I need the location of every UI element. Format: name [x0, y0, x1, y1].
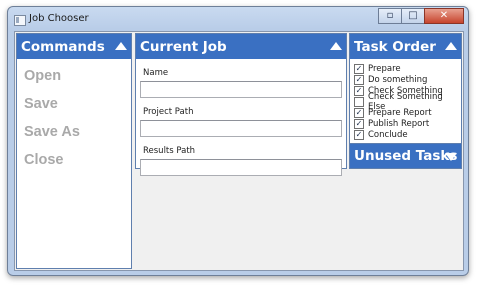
collapse-up-icon[interactable]	[330, 42, 342, 50]
save-as-command[interactable]: Save As	[17, 118, 131, 146]
task-order-panel: Task Order ✓ Prepare ✓ Do something ✓ Check…	[349, 33, 462, 144]
unused-tasks-header-label: Unused Tasks	[354, 148, 458, 164]
current-job-panel: Current Job Name Project Path Results Pa…	[135, 33, 347, 176]
close-command[interactable]: Close	[17, 146, 131, 174]
project-path-field[interactable]	[140, 120, 342, 137]
close-button[interactable]: ✕	[424, 8, 464, 24]
checkbox-prepare-report[interactable]: ✓	[354, 107, 364, 118]
name-field[interactable]	[140, 81, 342, 98]
window-title: Job Chooser	[29, 13, 89, 24]
name-label: Name	[143, 68, 169, 78]
checkbox-do-something[interactable]: ✓	[354, 74, 364, 85]
results-path-field[interactable]	[140, 159, 342, 176]
window-client-area: Commands Open Save Save As Close Current…	[14, 31, 464, 271]
minimize-icon: ▫	[386, 10, 394, 21]
task-item[interactable]: ✓ Prepare	[354, 63, 461, 74]
commands-header-label: Commands	[21, 38, 105, 55]
maximize-button[interactable]: □	[401, 8, 425, 24]
task-label: Conclude	[368, 129, 408, 140]
close-icon: ✕	[439, 10, 449, 21]
current-job-header[interactable]: Current Job	[136, 34, 346, 59]
commands-panel: Commands Open Save Save As Close	[16, 33, 132, 269]
unused-tasks-panel: Unused Tasks	[349, 144, 462, 169]
task-label: Prepare Report	[368, 107, 432, 118]
task-list: ✓ Prepare ✓ Do something ✓ Check Something …	[350, 59, 461, 140]
minimize-button[interactable]: ▫	[378, 8, 402, 24]
task-item[interactable]: Check Something Else	[354, 92, 461, 112]
commands-list: Open Save Save As Close	[17, 59, 131, 174]
window-app-icon	[14, 15, 26, 26]
checkbox-prepare[interactable]: ✓	[354, 63, 364, 74]
task-order-header[interactable]: Task Order	[350, 34, 461, 59]
window-controls: ▫ □ ✕	[378, 8, 464, 24]
task-label: Do something	[368, 74, 428, 85]
results-path-label: Results Path	[143, 146, 196, 156]
task-item[interactable]: ✓ Conclude	[354, 129, 461, 140]
unused-tasks-header[interactable]: Unused Tasks	[350, 144, 461, 168]
checkbox-check-something[interactable]: ✓	[354, 85, 364, 96]
task-item[interactable]: ✓ Do something	[354, 74, 461, 85]
current-job-header-label: Current Job	[140, 38, 227, 55]
save-command[interactable]: Save	[17, 90, 131, 118]
collapse-up-icon[interactable]	[445, 42, 457, 50]
open-command[interactable]: Open	[17, 62, 131, 90]
checkbox-conclude[interactable]: ✓	[354, 129, 364, 140]
project-path-label: Project Path	[143, 107, 194, 117]
checkbox-check-something-else[interactable]	[354, 96, 364, 107]
commands-header[interactable]: Commands	[17, 34, 131, 59]
expand-down-icon[interactable]	[445, 153, 457, 161]
maximize-icon: □	[408, 10, 418, 21]
task-label: Prepare	[368, 63, 401, 74]
task-order-header-label: Task Order	[354, 38, 436, 55]
title-bar[interactable]: Job Chooser ▫ □ ✕	[8, 7, 468, 31]
job-chooser-window: Job Chooser ▫ □ ✕ Commands Open Save Sav…	[7, 6, 469, 276]
checkbox-publish-report[interactable]: ✓	[354, 118, 364, 129]
collapse-up-icon[interactable]	[115, 42, 127, 50]
task-label: Publish Report	[368, 118, 430, 129]
task-item[interactable]: ✓ Publish Report	[354, 118, 461, 129]
